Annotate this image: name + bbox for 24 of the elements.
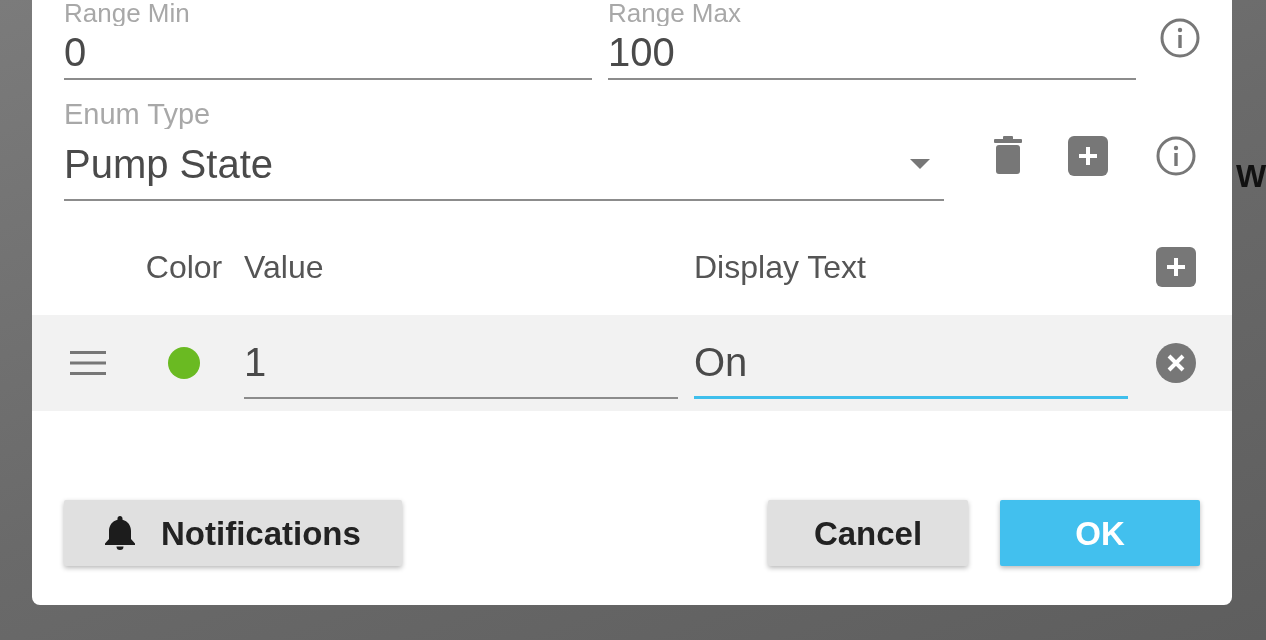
close-icon[interactable] <box>1156 343 1196 383</box>
add-icon[interactable] <box>1156 247 1196 287</box>
cancel-button[interactable]: Cancel <box>768 500 968 566</box>
background-text: W <box>1236 158 1266 194</box>
column-header: Value <box>244 247 324 287</box>
trash-icon[interactable] <box>994 136 1022 174</box>
color-swatch-icon[interactable] <box>168 347 200 379</box>
notifications-button[interactable]: Notifications <box>64 500 402 566</box>
text-field[interactable]: 1 <box>244 327 678 399</box>
dropdown-field[interactable]: Pump State <box>64 129 944 201</box>
info-icon[interactable] <box>1156 136 1196 176</box>
text-field[interactable]: 100 <box>608 26 1136 80</box>
add-icon[interactable] <box>1068 136 1108 176</box>
info-icon[interactable] <box>1160 18 1200 58</box>
field-label: Range Min <box>64 0 190 26</box>
drag-handle-icon[interactable] <box>70 351 106 375</box>
text-field[interactable]: On <box>694 327 1128 399</box>
field-label: Enum Type <box>64 100 211 129</box>
text-field[interactable]: 0 <box>64 26 592 80</box>
caret-icon <box>910 159 930 169</box>
column-header: Display Text <box>694 247 866 287</box>
field-label: Range Max <box>608 0 741 26</box>
bell-icon <box>104 515 136 551</box>
column-header: Color <box>145 247 223 287</box>
